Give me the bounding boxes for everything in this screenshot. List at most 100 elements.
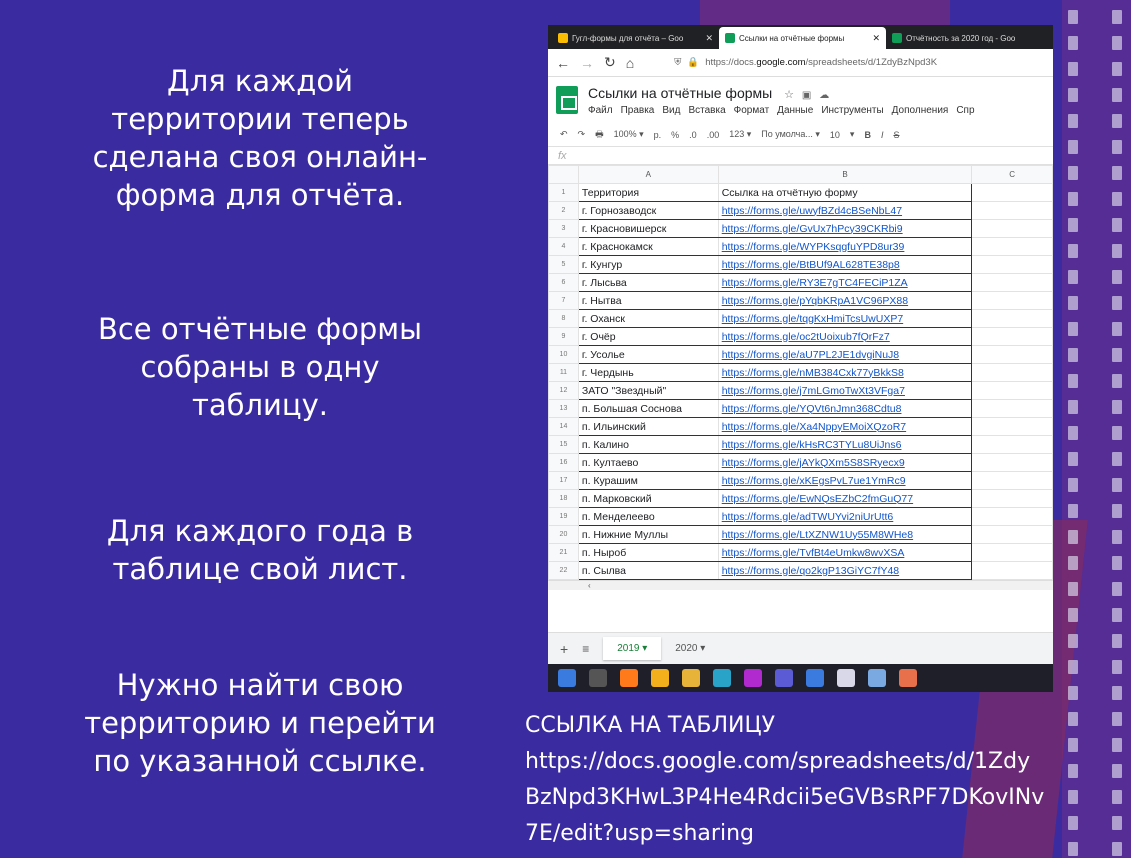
browser-tab-links[interactable]: Ссылки на отчётные формы ✕ bbox=[719, 27, 886, 49]
browser-tab-report-2020[interactable]: Отчётность за 2020 год - Goo bbox=[886, 27, 1053, 49]
form-link-cell[interactable]: https://forms.gle/GvUx7hPcy39CKRbi9 bbox=[717, 219, 973, 238]
territory-cell[interactable]: п. Ныроб bbox=[577, 543, 719, 562]
empty-cell[interactable] bbox=[971, 381, 1053, 400]
taskbar-app-icon[interactable] bbox=[806, 669, 824, 687]
sheets-logo-icon[interactable] bbox=[556, 86, 578, 114]
form-link-cell[interactable]: https://forms.gle/tqgKxHmiTcsUwUXP7 bbox=[717, 309, 973, 328]
toolbar-button[interactable]: I bbox=[881, 130, 884, 140]
reload-icon[interactable]: ↻ bbox=[604, 54, 616, 71]
empty-cell[interactable] bbox=[971, 273, 1053, 292]
form-link-cell[interactable]: https://forms.gle/jAYkQXm5S8SRyecx9 bbox=[717, 453, 973, 472]
form-link-cell[interactable]: https://forms.gle/TvfBt4eUmkw8wvXSA bbox=[717, 543, 973, 562]
empty-cell[interactable] bbox=[971, 363, 1053, 382]
toolbar-button[interactable]: 10 bbox=[830, 130, 840, 140]
column-header-a[interactable]: A bbox=[577, 165, 719, 184]
empty-cell[interactable] bbox=[971, 435, 1053, 454]
empty-cell[interactable] bbox=[971, 453, 1053, 472]
form-link-cell[interactable]: https://forms.gle/uwyfBZd4cBSeNbL47 bbox=[717, 201, 973, 220]
taskbar-app-icon[interactable] bbox=[713, 669, 731, 687]
toolbar-button[interactable]: ↶ bbox=[560, 129, 568, 140]
row-number[interactable]: 7 bbox=[548, 291, 579, 310]
form-link-cell[interactable]: https://forms.gle/LtXZNW1Uy55M8WHe8 bbox=[717, 525, 973, 544]
doc-title[interactable]: Ссылки на отчётные формы ☆ ▣ ☁ bbox=[588, 85, 975, 101]
territory-cell[interactable]: п. Марковский bbox=[577, 489, 719, 508]
toolbar-button[interactable]: р. bbox=[654, 130, 662, 140]
territory-cell[interactable]: п. Калино bbox=[577, 435, 719, 454]
home-icon[interactable]: ⌂ bbox=[626, 55, 634, 71]
toolbar-button[interactable]: .00 bbox=[707, 130, 720, 140]
close-icon[interactable]: ✕ bbox=[872, 33, 880, 44]
empty-cell[interactable] bbox=[971, 507, 1053, 526]
row-number[interactable]: 20 bbox=[548, 525, 579, 544]
row-number[interactable]: 15 bbox=[548, 435, 579, 454]
taskbar-app-icon[interactable] bbox=[868, 669, 886, 687]
territory-cell[interactable]: г. Оханск bbox=[577, 309, 719, 328]
form-link-cell[interactable]: https://forms.gle/pYqbKRpA1VC96PX88 bbox=[717, 291, 973, 310]
add-sheet-icon[interactable]: + bbox=[560, 641, 568, 657]
menu-item[interactable]: Спр bbox=[956, 105, 974, 116]
empty-cell[interactable] bbox=[971, 561, 1053, 580]
row-number[interactable]: 10 bbox=[548, 345, 579, 364]
territory-cell[interactable]: г. Нытва bbox=[577, 291, 719, 310]
territory-cell[interactable]: г. Чердынь bbox=[577, 363, 719, 382]
row-number[interactable]: 3 bbox=[548, 219, 579, 238]
row-number[interactable]: 2 bbox=[548, 201, 579, 220]
row-number[interactable]: 18 bbox=[548, 489, 579, 508]
horizontal-scrollbar[interactable]: ‹ bbox=[548, 580, 1053, 590]
row-number[interactable]: 16 bbox=[548, 453, 579, 472]
territory-cell[interactable]: ЗАТО "Звездный" bbox=[577, 381, 719, 400]
sheet-tab-2019[interactable]: 2019 ▾ bbox=[603, 637, 662, 660]
empty-cell[interactable] bbox=[971, 399, 1053, 418]
taskbar-app-icon[interactable] bbox=[899, 669, 917, 687]
sheet-tab-2020[interactable]: 2020 ▾ bbox=[675, 643, 705, 654]
taskbar-app-icon[interactable] bbox=[620, 669, 638, 687]
territory-cell[interactable]: г. Усолье bbox=[577, 345, 719, 364]
menu-item[interactable]: Дополнения bbox=[892, 105, 949, 116]
empty-cell[interactable] bbox=[971, 327, 1053, 346]
menu-item[interactable]: Данные bbox=[777, 105, 813, 116]
territory-cell[interactable]: г. Очёр bbox=[577, 327, 719, 346]
form-link-cell[interactable]: https://forms.gle/RY3E7gTC4FECiP1ZA bbox=[717, 273, 973, 292]
territory-cell[interactable]: п. Нижние Муллы bbox=[577, 525, 719, 544]
toolbar-button[interactable]: 123 ▾ bbox=[729, 129, 751, 140]
territory-cell[interactable]: п. Сылва bbox=[577, 561, 719, 580]
row-number[interactable]: 12 bbox=[548, 381, 579, 400]
territory-cell[interactable]: п. Култаево bbox=[577, 453, 719, 472]
form-link-cell[interactable]: https://forms.gle/kHsRC3TYLu8UiJns6 bbox=[717, 435, 973, 454]
taskbar-app-icon[interactable] bbox=[589, 669, 607, 687]
toolbar-button[interactable]: ▾ bbox=[850, 129, 855, 140]
form-link-cell[interactable]: https://forms.gle/adTWUYvi2niUrUtt6 bbox=[717, 507, 973, 526]
row-number[interactable]: 21 bbox=[548, 543, 579, 562]
form-link-cell[interactable]: https://forms.gle/BtBUf9AL628TE38p8 bbox=[717, 255, 973, 274]
menu-item[interactable]: Инструменты bbox=[821, 105, 883, 116]
empty-cell[interactable] bbox=[971, 201, 1053, 220]
territory-cell[interactable]: п. Менделеево bbox=[577, 507, 719, 526]
form-link-cell[interactable]: https://forms.gle/aU7PL2JE1dvgiNuJ8 bbox=[717, 345, 973, 364]
header-cell[interactable]: Ссылка на отчётную форму bbox=[717, 183, 973, 202]
url-field[interactable]: ⛨ 🔒 https://docs.google.com/spreadsheets… bbox=[644, 57, 1045, 68]
empty-cell[interactable] bbox=[971, 309, 1053, 328]
empty-cell[interactable] bbox=[971, 471, 1053, 490]
toolbar-button[interactable]: % bbox=[671, 130, 679, 140]
toolbar-button[interactable]: ↷ bbox=[578, 129, 586, 140]
row-number[interactable]: 1 bbox=[548, 183, 579, 202]
empty-cell[interactable] bbox=[971, 489, 1053, 508]
taskbar-app-icon[interactable] bbox=[837, 669, 855, 687]
row-number[interactable]: 6 bbox=[548, 273, 579, 292]
form-link-cell[interactable]: https://forms.gle/qo2kgP13GiYC7fY48 bbox=[717, 561, 973, 580]
menu-item[interactable]: Файл bbox=[588, 105, 613, 116]
territory-cell[interactable]: п. Курашим bbox=[577, 471, 719, 490]
taskbar-app-icon[interactable] bbox=[682, 669, 700, 687]
taskbar-app-icon[interactable] bbox=[775, 669, 793, 687]
back-arrow-icon[interactable]: ← bbox=[556, 55, 570, 71]
territory-cell[interactable]: г. Краснокамск bbox=[577, 237, 719, 256]
form-link-cell[interactable]: https://forms.gle/oc2tUoixub7fQrFz7 bbox=[717, 327, 973, 346]
row-number[interactable]: 4 bbox=[548, 237, 579, 256]
empty-cell[interactable] bbox=[971, 183, 1053, 202]
row-number[interactable]: 14 bbox=[548, 417, 579, 436]
row-number[interactable]: 19 bbox=[548, 507, 579, 526]
row-number[interactable]: 22 bbox=[548, 561, 579, 580]
empty-cell[interactable] bbox=[971, 525, 1053, 544]
toolbar-button[interactable]: .0 bbox=[689, 130, 697, 140]
form-link-cell[interactable]: https://forms.gle/nMB384Cxk77yBkkS8 bbox=[717, 363, 973, 382]
